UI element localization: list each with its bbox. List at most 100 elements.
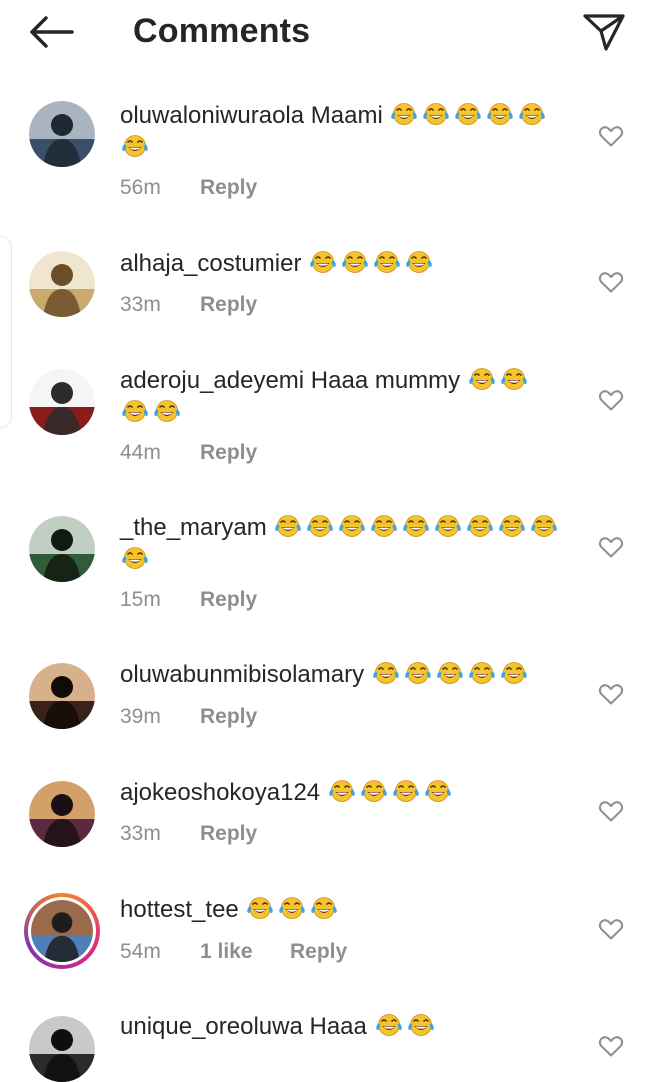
comment-username[interactable]: _the_maryam xyxy=(120,514,267,541)
tears-of-joy-emoji-icon xyxy=(391,103,418,125)
tears-of-joy-emoji-icon xyxy=(531,515,558,537)
comment-meta: 33m Reply xyxy=(120,822,257,846)
reply-button[interactable]: Reply xyxy=(290,940,347,964)
tears-of-joy-emoji-icon xyxy=(407,1014,434,1036)
comment-username[interactable]: aderoju_adeyemi xyxy=(120,367,304,394)
tears-of-joy-emoji-icon xyxy=(375,1014,402,1036)
tears-of-joy-emoji-icon xyxy=(122,547,148,569)
tears-of-joy-emoji-icon xyxy=(435,515,462,537)
tears-of-joy-emoji-icon xyxy=(361,780,387,802)
tears-of-joy-emoji-icon xyxy=(487,103,514,125)
avatar[interactable] xyxy=(29,781,95,847)
comment-username[interactable]: oluwabunmibisolamary xyxy=(120,661,364,688)
send-icon[interactable] xyxy=(582,12,626,52)
avatar[interactable] xyxy=(29,101,95,167)
like-heart-icon[interactable] xyxy=(598,917,624,941)
comment-username[interactable]: alhaja_costumier xyxy=(120,250,301,277)
like-heart-icon[interactable] xyxy=(598,1034,624,1058)
comment-text: oluwabunmibisolamary xyxy=(120,659,590,691)
tears-of-joy-emoji-icon xyxy=(469,662,495,684)
comment-text: hottest_tee xyxy=(120,894,590,926)
tears-of-joy-emoji-icon xyxy=(154,400,180,422)
comment-timestamp: 54m xyxy=(120,940,161,963)
tears-of-joy-emoji-icon xyxy=(423,103,450,125)
comment-meta: 56m Reply xyxy=(120,176,257,200)
tears-of-joy-emoji-icon xyxy=(499,515,526,537)
tears-of-joy-emoji-icon xyxy=(437,662,463,684)
tears-of-joy-emoji-icon xyxy=(501,662,527,684)
comment-username[interactable]: hottest_tee xyxy=(120,896,239,923)
tears-of-joy-emoji-icon xyxy=(455,103,482,125)
comment-like-count[interactable]: 1 like xyxy=(200,940,290,964)
comment-body: Maami xyxy=(310,102,383,129)
tears-of-joy-emoji-icon xyxy=(469,368,495,390)
avatar[interactable] xyxy=(24,893,100,969)
comment-meta: 39m Reply xyxy=(120,705,257,729)
avatar[interactable] xyxy=(29,516,95,582)
comment-meta: 33m Reply xyxy=(120,293,257,317)
comment-timestamp: 39m xyxy=(120,705,161,728)
reply-button[interactable]: Reply xyxy=(200,293,257,317)
comment-meta: 54m 1 like Reply xyxy=(120,940,347,964)
comment-text: alhaja_costumier xyxy=(120,248,590,280)
like-heart-icon[interactable] xyxy=(598,124,624,148)
like-heart-icon[interactable] xyxy=(598,535,624,559)
reply-button[interactable]: Reply xyxy=(200,176,257,200)
tears-of-joy-emoji-icon xyxy=(374,251,400,273)
tears-of-joy-emoji-icon xyxy=(275,515,302,537)
comment-timestamp: 56m xyxy=(120,176,161,199)
top-bar: Comments xyxy=(0,0,662,70)
tears-of-joy-emoji-icon xyxy=(329,780,355,802)
reply-button[interactable]: Reply xyxy=(200,441,257,465)
reply-button[interactable]: Reply xyxy=(200,822,257,846)
comment-meta: 15m Reply xyxy=(120,588,257,612)
comment-text: oluwaloniwuraola Maami xyxy=(120,100,590,164)
comment-username[interactable]: oluwaloniwuraola xyxy=(120,102,304,129)
comment-text: aderoju_adeyemi Haaa mummy xyxy=(120,365,590,429)
tears-of-joy-emoji-icon xyxy=(406,251,432,273)
like-heart-icon[interactable] xyxy=(598,799,624,823)
tears-of-joy-emoji-icon xyxy=(403,515,430,537)
page-title: Comments xyxy=(133,12,311,50)
comment-text: unique_oreoluwa Haaa xyxy=(120,1011,590,1043)
avatar[interactable] xyxy=(29,369,95,435)
like-heart-icon[interactable] xyxy=(598,388,624,412)
tears-of-joy-emoji-icon xyxy=(373,662,399,684)
comment-text: ajokeoshokoya124 xyxy=(120,777,590,809)
tears-of-joy-emoji-icon xyxy=(393,780,419,802)
tears-of-joy-emoji-icon xyxy=(342,251,368,273)
comment-username[interactable]: unique_oreoluwa xyxy=(120,1013,303,1040)
tears-of-joy-emoji-icon xyxy=(501,368,527,390)
reply-button[interactable]: Reply xyxy=(200,705,257,729)
tears-of-joy-emoji-icon xyxy=(311,897,338,919)
side-panel-edge xyxy=(0,236,12,428)
back-arrow-icon[interactable] xyxy=(28,14,76,50)
comment-text: _the_maryam xyxy=(120,512,590,576)
reply-button[interactable]: Reply xyxy=(200,588,257,612)
tears-of-joy-emoji-icon xyxy=(405,662,431,684)
comment-timestamp: 33m xyxy=(120,293,161,316)
tears-of-joy-emoji-icon xyxy=(310,251,336,273)
tears-of-joy-emoji-icon xyxy=(467,515,494,537)
tears-of-joy-emoji-icon xyxy=(122,400,148,422)
comment-body: Haaa xyxy=(309,1013,367,1040)
tears-of-joy-emoji-icon xyxy=(519,103,546,125)
comment-meta: 44m Reply xyxy=(120,441,257,465)
like-heart-icon[interactable] xyxy=(598,270,624,294)
comment-timestamp: 15m xyxy=(120,588,161,611)
tears-of-joy-emoji-icon xyxy=(279,897,306,919)
avatar[interactable] xyxy=(29,251,95,317)
tears-of-joy-emoji-icon xyxy=(247,897,274,919)
tears-of-joy-emoji-icon xyxy=(425,780,451,802)
avatar[interactable] xyxy=(29,663,95,729)
comment-username[interactable]: ajokeoshokoya124 xyxy=(120,779,320,806)
comment-timestamp: 44m xyxy=(120,441,161,464)
tears-of-joy-emoji-icon xyxy=(371,515,398,537)
comment-timestamp: 33m xyxy=(120,822,161,845)
avatar[interactable] xyxy=(29,1016,95,1082)
tears-of-joy-emoji-icon xyxy=(122,135,148,157)
tears-of-joy-emoji-icon xyxy=(339,515,366,537)
like-heart-icon[interactable] xyxy=(598,682,624,706)
comment-body: Haaa mummy xyxy=(310,367,461,394)
tears-of-joy-emoji-icon xyxy=(307,515,334,537)
